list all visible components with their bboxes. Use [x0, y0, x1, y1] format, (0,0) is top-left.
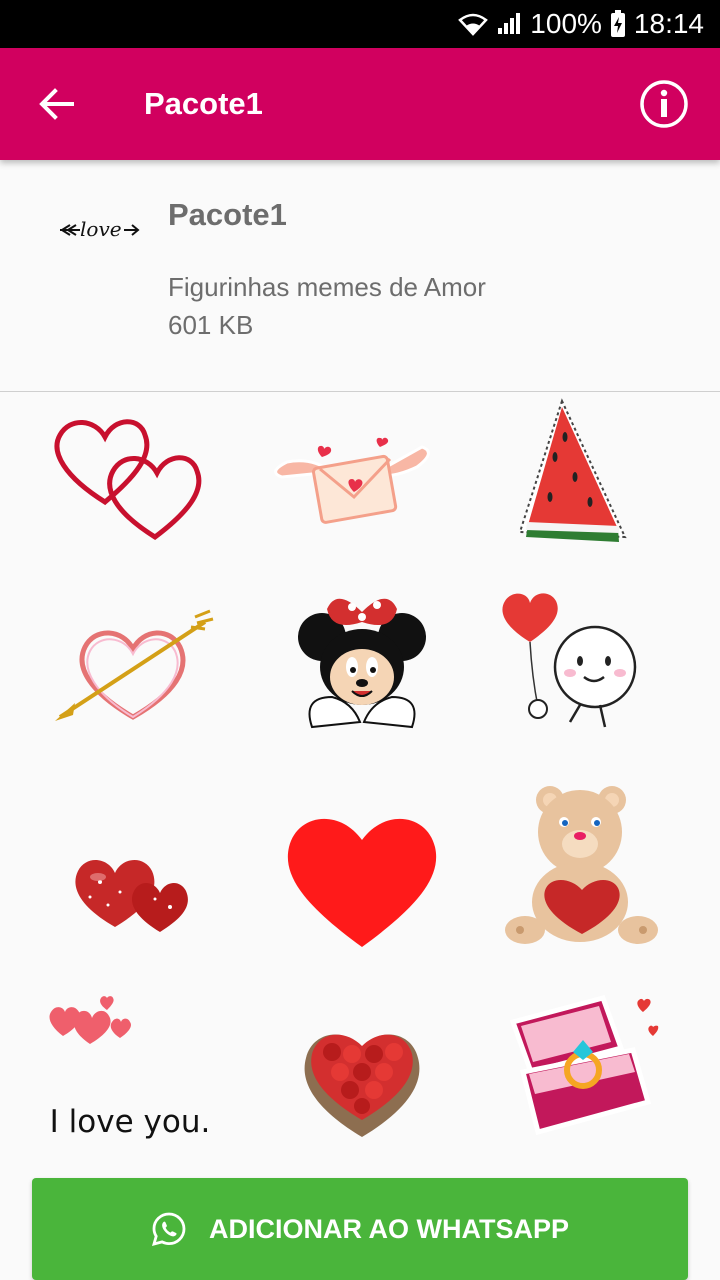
- sticker-watermelon-slice[interactable]: [470, 392, 670, 562]
- back-button[interactable]: [0, 48, 112, 160]
- sticker-big-red-heart[interactable]: [262, 792, 462, 962]
- sticker-minnie-mouse-heart-hands[interactable]: [262, 582, 462, 752]
- info-icon: [640, 80, 688, 128]
- sticker-ring-box[interactable]: [478, 982, 678, 1152]
- battery-percent: 100%: [530, 8, 602, 39]
- svg-text:love: love: [80, 217, 122, 241]
- sticker-rose-heart[interactable]: [262, 987, 462, 1157]
- tray-icon: love: [60, 217, 140, 241]
- whatsapp-icon: [151, 1212, 186, 1246]
- status-bar: 100% 18:14: [0, 0, 720, 48]
- arrow-left-icon: [39, 88, 74, 120]
- clock: 18:14: [633, 8, 704, 39]
- signal-icon: [496, 12, 522, 36]
- wifi-icon: [458, 12, 489, 36]
- pack-description: Figurinhas memes de Amor: [168, 272, 486, 302]
- battery-charging-icon: [610, 10, 626, 38]
- pack-name: Pacote1: [168, 197, 287, 232]
- sticker-i-love-you-text[interactable]: I love you.: [30, 992, 230, 1162]
- sticker-winged-love-letter[interactable]: [252, 392, 452, 562]
- app-title: Pacote1: [144, 86, 263, 121]
- sticker-heart-with-arrow[interactable]: [30, 582, 230, 752]
- pack-size: 601 KB: [168, 310, 254, 340]
- add-to-whatsapp-button[interactable]: ADICIONAR AO WHATSAPP: [32, 1178, 688, 1280]
- info-button[interactable]: [608, 48, 720, 160]
- app-bar: Pacote1: [0, 48, 720, 160]
- sticker-double-heart-outline[interactable]: [30, 392, 230, 562]
- sticker-glitter-hearts[interactable]: [30, 802, 230, 972]
- add-to-whatsapp-label: ADICIONAR AO WHATSAPP: [209, 1213, 569, 1244]
- sticker-grid: I love you.: [0, 392, 720, 1172]
- sticker-teddy-bear-with-heart[interactable]: [480, 782, 680, 952]
- sticker-smiley-with-heart-balloon[interactable]: [470, 582, 670, 752]
- i-love-you-caption: I love you.: [49, 1104, 211, 1140]
